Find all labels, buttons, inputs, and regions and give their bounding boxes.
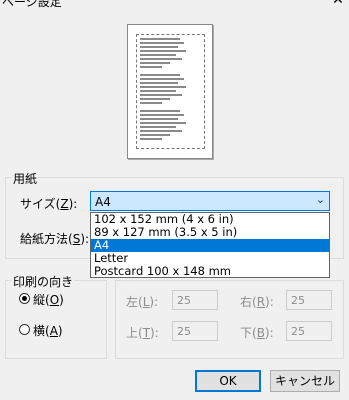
preview-text-line bbox=[140, 98, 170, 100]
top-margin-field[interactable]: 25 bbox=[172, 321, 218, 341]
preview-text-line bbox=[140, 134, 170, 136]
preview-text-line bbox=[140, 126, 176, 128]
portrait-label[interactable]: 縦(O) bbox=[33, 291, 64, 308]
paper-size-value: A4 bbox=[95, 195, 111, 209]
preview-text-line bbox=[140, 94, 182, 96]
preview-text-line bbox=[140, 54, 176, 56]
right-margin-label: 右(R): bbox=[240, 295, 274, 309]
paper-size-option[interactable]: 89 x 127 mm (3.5 x 5 in) bbox=[91, 226, 329, 239]
source-label: 給紙方法(S): bbox=[20, 232, 90, 246]
ok-button[interactable]: OK bbox=[195, 370, 261, 392]
right-margin-field[interactable]: 25 bbox=[286, 290, 332, 310]
bottom-margin-label: 下(B): bbox=[240, 326, 274, 340]
bottom-margin-field[interactable]: 25 bbox=[286, 321, 332, 341]
orientation-group-legend: 印刷の向き bbox=[12, 273, 75, 290]
top-margin-label: 上(T): bbox=[126, 326, 159, 340]
preview-text-line bbox=[140, 62, 170, 64]
preview-text-line bbox=[140, 78, 184, 80]
paper-size-option[interactable]: Postcard 100 x 148 mm bbox=[91, 265, 329, 278]
portrait-radio[interactable] bbox=[19, 293, 30, 304]
preview-text-line bbox=[140, 74, 180, 76]
paper-group-legend: 用紙 bbox=[12, 170, 39, 187]
chevron-down-icon[interactable]: ⌄ bbox=[316, 193, 325, 206]
preview-text-line bbox=[140, 50, 186, 52]
preview-text-line bbox=[140, 110, 180, 112]
preview-text-line bbox=[140, 46, 178, 48]
size-label: サイズ(Z): bbox=[20, 197, 78, 211]
close-icon[interactable]: ✕ bbox=[331, 0, 345, 8]
title-bar: ページ設定 ✕ bbox=[0, 0, 349, 10]
preview-text-line bbox=[140, 86, 186, 88]
paper-size-combobox[interactable]: A4 ⌄ bbox=[90, 191, 330, 211]
landscape-label[interactable]: 横(A) bbox=[33, 322, 63, 339]
preview-text-line bbox=[140, 82, 178, 84]
preview-text-line bbox=[140, 58, 182, 60]
left-margin-field[interactable]: 25 bbox=[172, 290, 218, 310]
left-margin-label: 左(L): bbox=[126, 295, 159, 309]
preview-text-line bbox=[140, 130, 182, 132]
landscape-radio[interactable] bbox=[19, 324, 30, 335]
preview-text-line bbox=[140, 122, 186, 124]
preview-text-line bbox=[140, 38, 180, 40]
cancel-button[interactable]: キャンセル bbox=[270, 370, 340, 392]
preview-text-line bbox=[140, 102, 162, 104]
margin-preview-outline bbox=[136, 34, 205, 149]
preview-text-line bbox=[140, 42, 184, 44]
paper-size-dropdown: 102 x 152 mm (4 x 6 in) 89 x 127 mm (3.5… bbox=[90, 212, 330, 278]
preview-text-line bbox=[140, 66, 162, 68]
preview-text-line bbox=[140, 118, 178, 120]
window-title: ページ設定 bbox=[2, 0, 62, 9]
preview-text-line bbox=[140, 138, 162, 140]
preview-text-line bbox=[140, 90, 176, 92]
preview-text-line bbox=[140, 114, 184, 116]
